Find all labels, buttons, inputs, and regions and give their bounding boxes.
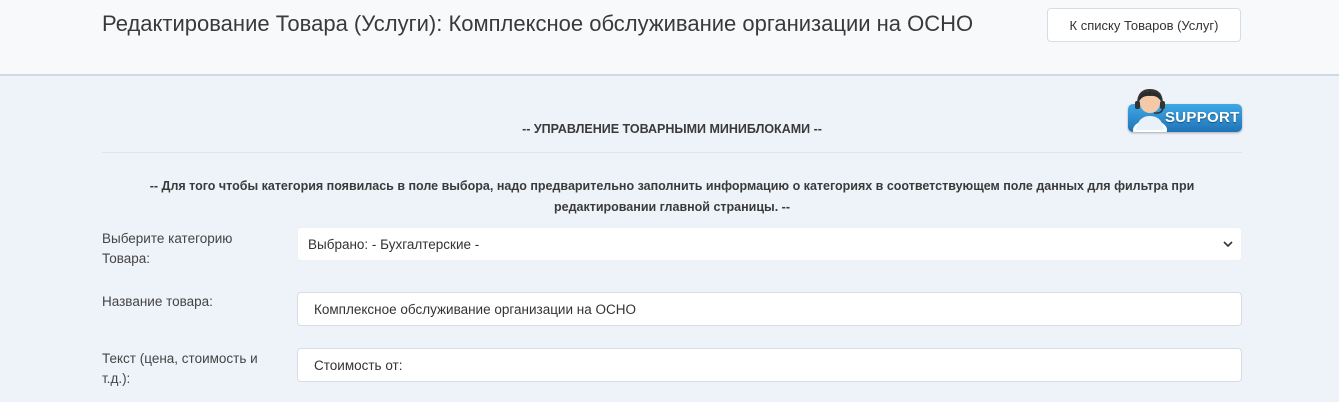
product-text-input[interactable]: Стоимость от: [297, 348, 1242, 382]
product-name-label: Название товара: [102, 294, 213, 309]
back-to-list-button[interactable]: К списку Товаров (Услуг) [1047, 8, 1241, 42]
category-select-value: Выбрано: - Бухгалтерские - [308, 236, 480, 252]
product-text-label: Текст (цена, стоимость и т.д.): [102, 351, 258, 386]
category-select[interactable]: Выбрано: - Бухгалтерские - [297, 227, 1242, 261]
product-name-input[interactable]: Комплексное обслуживание организации на … [297, 292, 1242, 326]
section-title: -- УПРАВЛЕНИЕ ТОВАРНЫМИ МИНИБЛОКАМИ -- [522, 122, 822, 136]
chevron-down-icon [1223, 241, 1233, 248]
category-notice: -- Для того чтобы категория появилась в … [149, 179, 1195, 214]
divider [102, 152, 1242, 153]
category-label: Выберите категорию Товара: [102, 231, 233, 266]
page-title: Редактирование Товара (Услуги): Комплекс… [102, 11, 974, 36]
page-header: Редактирование Товара (Услуги): Комплекс… [0, 0, 1339, 76]
